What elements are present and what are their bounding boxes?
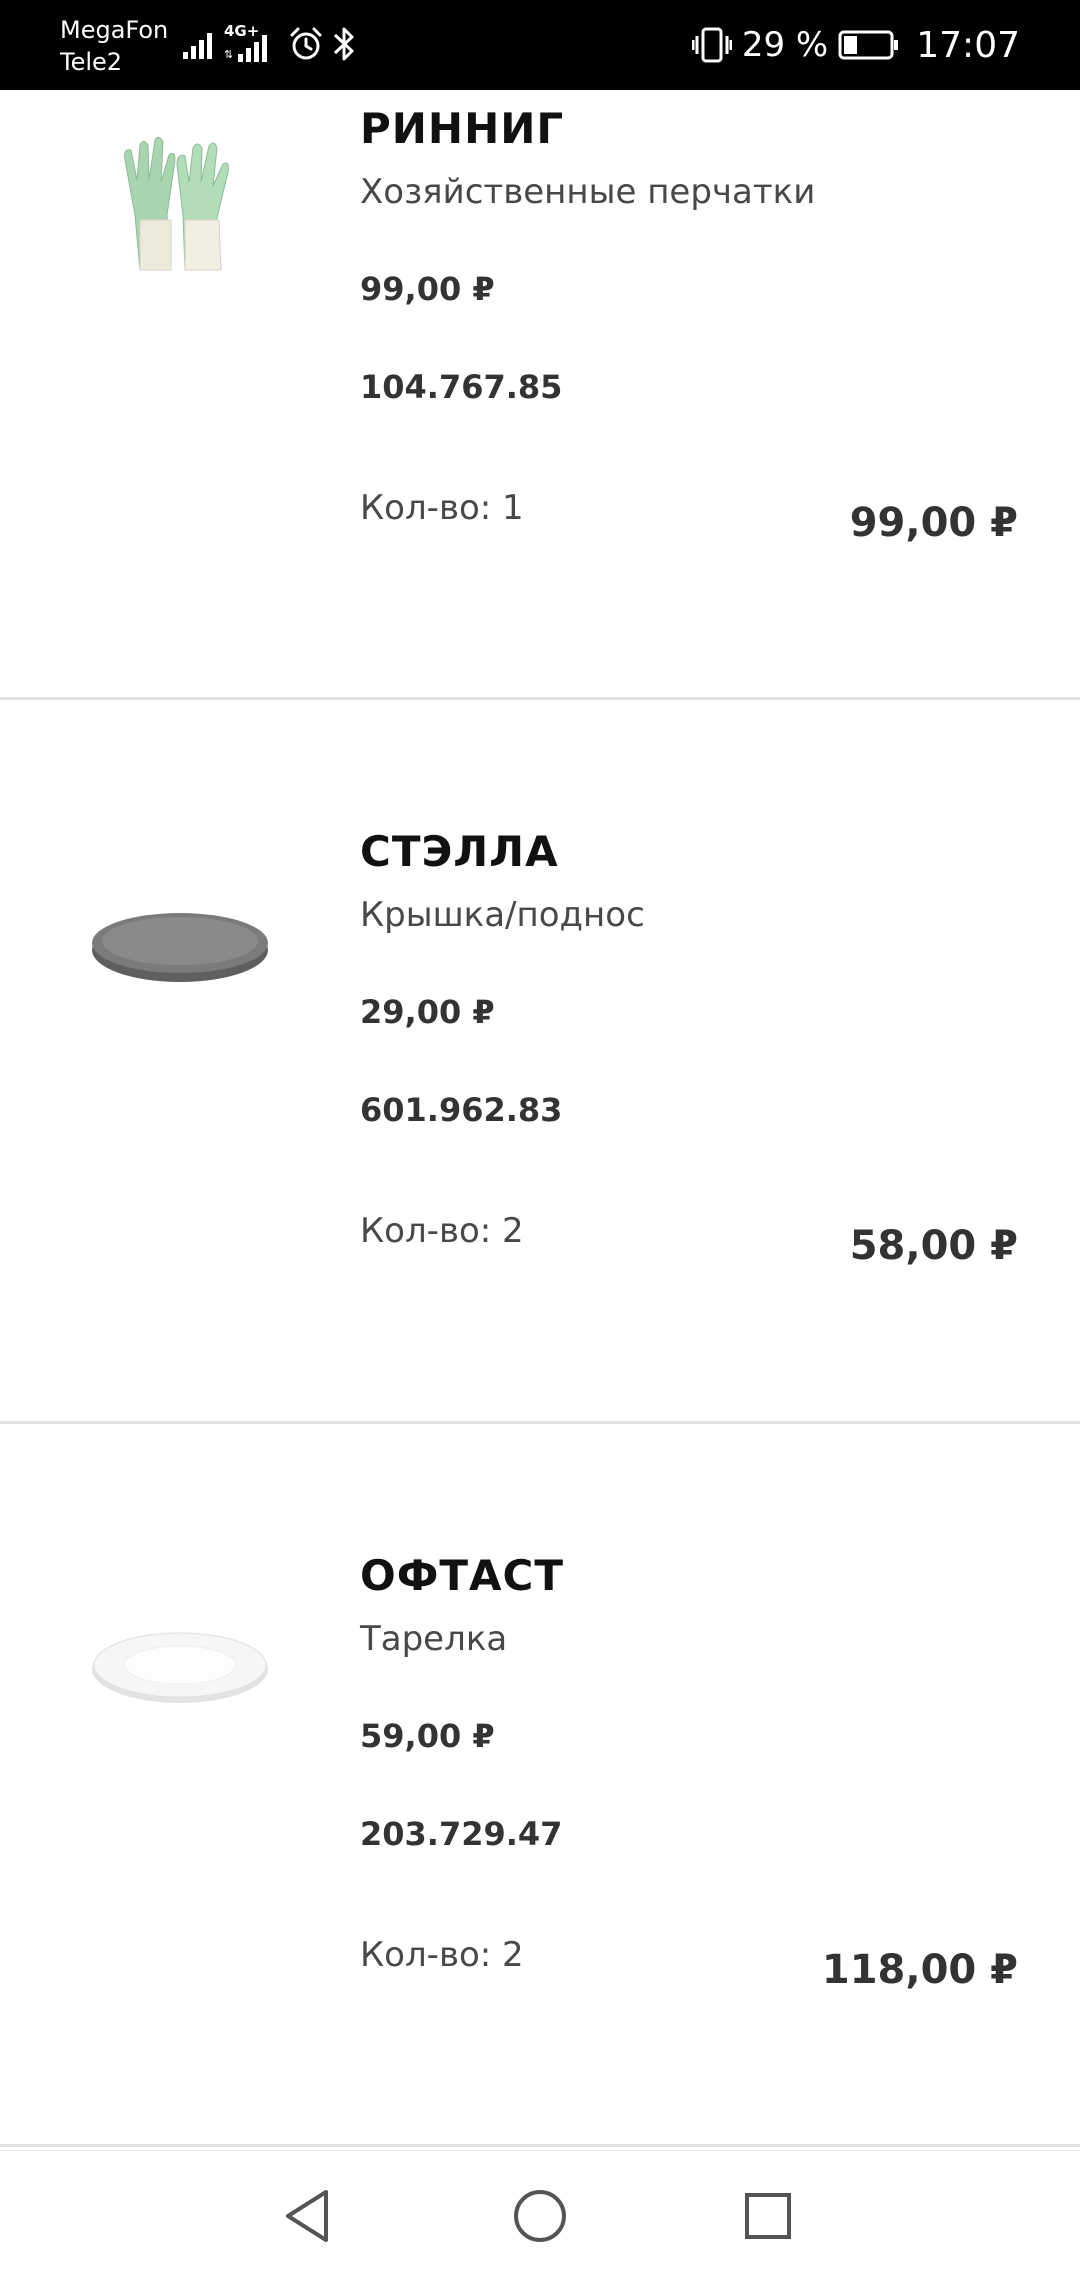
- grey-lid-tray-image: [92, 913, 268, 982]
- battery-percentage: 29 %: [741, 25, 829, 65]
- battery-icon: [838, 30, 899, 60]
- carrier-name-secondary: Tele2: [60, 48, 123, 76]
- product-name: РИННИГ: [360, 104, 565, 153]
- cart-item[interactable]: РИННИГ Хозяйственные перчатки 99,00 ₽ 10…: [0, 90, 1080, 698]
- unit-price: 29,00 ₽: [360, 993, 495, 1031]
- cart-item[interactable]: ОФТАСТ Тарелка 59,00 ₽ 203.729.47 Кол-во…: [0, 1423, 1080, 2146]
- system-navigation-bar: [0, 2150, 1080, 2281]
- quantity-label: Кол-во: 2: [360, 1935, 524, 1975]
- back-icon: [286, 2190, 328, 2242]
- svg-text:⇅: ⇅: [224, 48, 233, 61]
- cart-item[interactable]: СТЭЛЛА Крышка/поднос 29,00 ₽ 601.962.83 …: [0, 699, 1080, 1422]
- line-total: 58,00 ₽: [849, 1223, 1018, 1269]
- recents-button[interactable]: [733, 2181, 803, 2251]
- product-name: ОФТАСТ: [360, 1551, 564, 1600]
- product-description: Тарелка: [360, 1619, 508, 1659]
- rubber-gloves-image: [124, 136, 229, 271]
- white-plate-image: [92, 1632, 268, 1703]
- article-number: 203.729.47: [360, 1815, 563, 1853]
- clock: 17:07: [916, 24, 1020, 66]
- status-icons-right: 29 % 17:07: [691, 0, 1020, 90]
- quantity-label: Кол-во: 1: [360, 488, 524, 528]
- carrier-name-primary: MegaFon: [60, 16, 169, 44]
- vibrate-icon: [691, 27, 732, 63]
- unit-price: 99,00 ₽: [360, 270, 495, 308]
- signal-icon: [183, 33, 212, 59]
- article-number: 601.962.83: [360, 1091, 563, 1129]
- back-button[interactable]: [273, 2181, 343, 2251]
- line-total: 99,00 ₽: [849, 500, 1018, 546]
- home-button[interactable]: [505, 2181, 575, 2251]
- divider: [0, 2144, 1080, 2147]
- product-description: Хозяйственные перчатки: [360, 172, 816, 212]
- line-total: 118,00 ₽: [821, 1947, 1018, 1993]
- alarm-icon: [290, 27, 322, 60]
- article-number: 104.767.85: [360, 368, 563, 406]
- recents-icon: [745, 2193, 791, 2239]
- product-name: СТЭЛЛА: [360, 827, 559, 876]
- quantity-label: Кол-во: 2: [360, 1211, 524, 1251]
- status-bar: MegaFon Tele2 4G+ ⇅ 29 % 17:07: [0, 0, 1080, 90]
- bluetooth-icon: [333, 27, 354, 61]
- unit-price: 59,00 ₽: [360, 1717, 495, 1755]
- product-description: Крышка/поднос: [360, 895, 645, 935]
- status-icons-left: 4G+ ⇅: [182, 22, 358, 64]
- home-icon: [514, 2190, 566, 2242]
- signal-4g-icon: 4G+ ⇅: [224, 22, 282, 64]
